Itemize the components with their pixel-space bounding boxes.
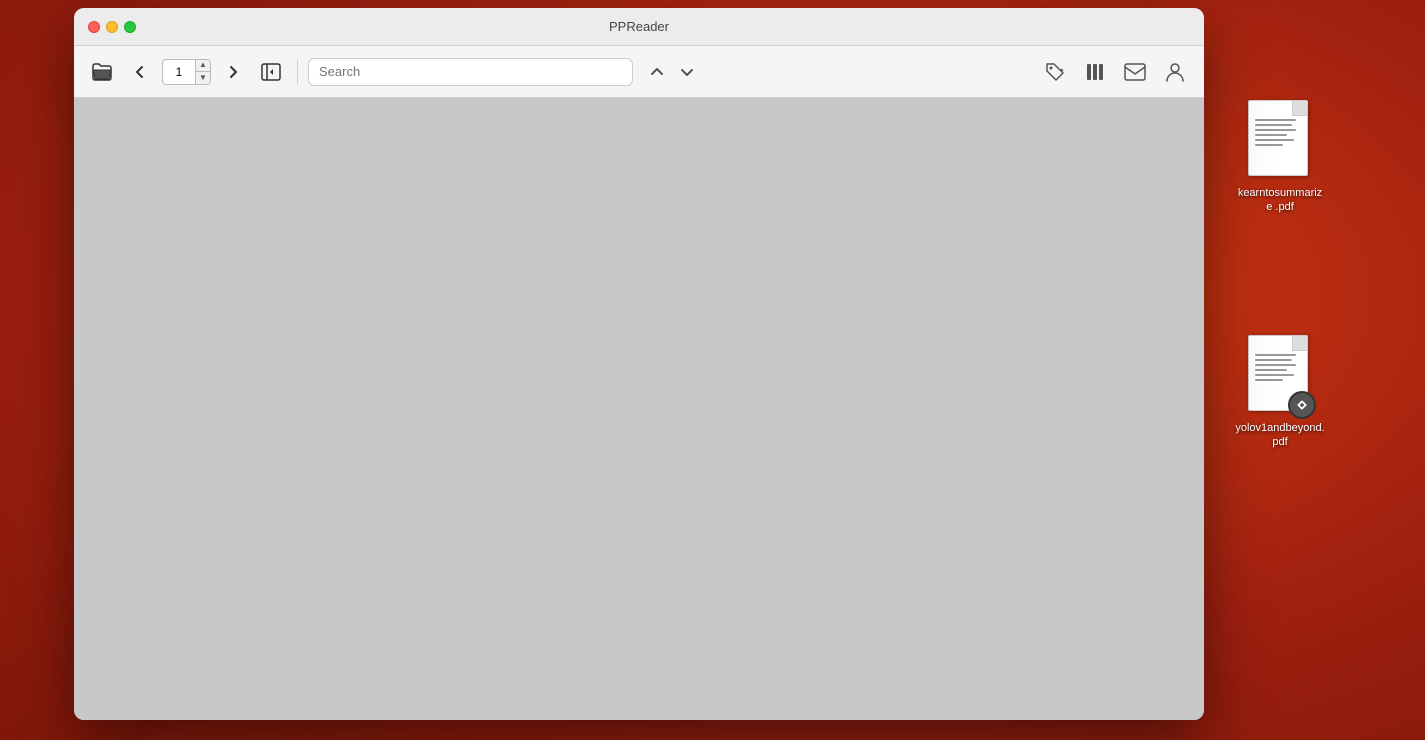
desktop-file-yolov1andbeyond[interactable]: yolov1andbeyond. pdf (1235, 335, 1325, 450)
file-paper-1 (1248, 100, 1308, 176)
library-icon (1084, 61, 1106, 83)
mail-button[interactable] (1118, 55, 1152, 89)
toolbar-separator-1 (297, 60, 298, 84)
prev-page-button[interactable] (124, 56, 156, 88)
app-window: PPReader ▲ ▼ (74, 8, 1204, 720)
library-button[interactable] (1078, 55, 1112, 89)
file-overlay-badge (1288, 391, 1316, 419)
file-line (1255, 374, 1294, 376)
tag-icon (1044, 61, 1066, 83)
file-line (1255, 369, 1287, 371)
prev-page-icon (132, 63, 148, 81)
sidebar-toggle-icon (261, 63, 281, 81)
search-navigation (643, 58, 701, 86)
file-label-2: yolov1andbeyond. pdf (1235, 421, 1325, 450)
tag-button[interactable] (1038, 55, 1072, 89)
file-label-1: kearntosummarize .pdf (1235, 186, 1325, 215)
chevron-up-icon (649, 65, 665, 79)
folder-open-icon (91, 62, 113, 82)
close-button[interactable] (88, 21, 100, 33)
mail-icon (1124, 63, 1146, 81)
next-page-button[interactable] (217, 56, 249, 88)
file-line (1255, 364, 1296, 366)
minimize-button[interactable] (106, 21, 118, 33)
search-input[interactable] (308, 58, 633, 86)
title-bar: PPReader (74, 8, 1204, 46)
toolbar-right (1038, 55, 1192, 89)
file-line (1255, 134, 1287, 136)
chevron-down-icon (679, 65, 695, 79)
file-line (1255, 129, 1296, 131)
search-next-button[interactable] (673, 58, 701, 86)
overlay-arrows-icon (1293, 396, 1311, 414)
desktop-icons-area: kearntosummarize .pdf (1235, 100, 1325, 449)
traffic-lights (88, 21, 136, 33)
file-icon-image-2 (1248, 335, 1312, 415)
page-number-input-wrapper: ▲ ▼ (162, 59, 211, 85)
toolbar: ▲ ▼ (74, 46, 1204, 98)
file-lines-1 (1255, 119, 1301, 149)
file-line (1255, 359, 1292, 361)
search-wrapper (308, 58, 633, 86)
file-line (1255, 379, 1283, 381)
file-line (1255, 144, 1283, 146)
file-line (1255, 139, 1294, 141)
account-button[interactable] (1158, 55, 1192, 89)
file-line (1255, 354, 1296, 356)
user-icon (1164, 61, 1186, 83)
main-content-area (74, 98, 1204, 720)
page-spinners: ▲ ▼ (195, 60, 210, 84)
file-lines-2 (1255, 354, 1301, 384)
desktop-file-kearntosummarize[interactable]: kearntosummarize .pdf (1235, 100, 1325, 215)
file-icon-image-1 (1248, 100, 1312, 180)
search-prev-button[interactable] (643, 58, 671, 86)
window-title: PPReader (609, 19, 669, 34)
open-folder-button[interactable] (86, 56, 118, 88)
page-number-input[interactable] (163, 60, 195, 84)
next-page-icon (225, 63, 241, 81)
file-line (1255, 119, 1296, 121)
toggle-sidebar-button[interactable] (255, 56, 287, 88)
page-increment-button[interactable]: ▲ (196, 60, 210, 72)
file-line (1255, 124, 1292, 126)
maximize-button[interactable] (124, 21, 136, 33)
page-decrement-button[interactable]: ▼ (196, 72, 210, 84)
